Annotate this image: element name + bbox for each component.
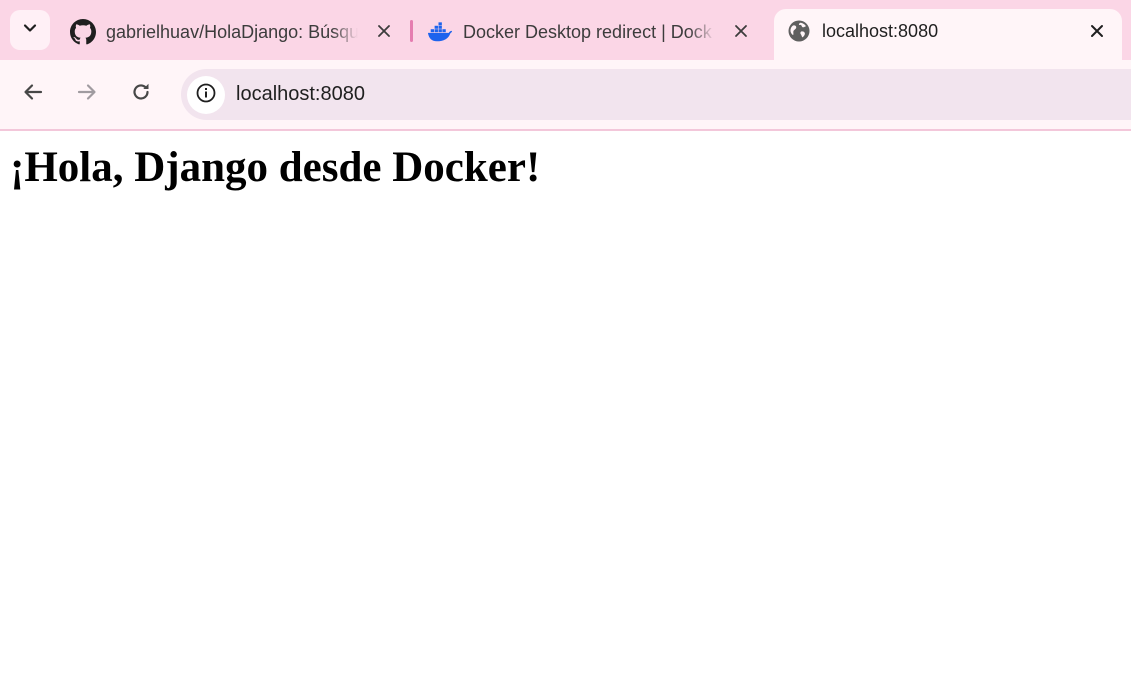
browser-toolbar: localhost:8080 bbox=[0, 60, 1131, 131]
close-icon[interactable] bbox=[373, 20, 395, 42]
tab-title: localhost:8080 bbox=[822, 21, 939, 41]
tab-strip: gabrielhuav/HolaDjango: Búsqu Docker Des… bbox=[0, 0, 1131, 69]
url-text: localhost:8080 bbox=[236, 83, 365, 105]
arrow-left-icon bbox=[22, 81, 44, 108]
tab-separator bbox=[410, 20, 413, 42]
page-heading: ¡Hola, Django desde Docker! bbox=[10, 144, 541, 191]
address-bar[interactable]: localhost:8080 bbox=[181, 69, 1131, 120]
forward-button[interactable] bbox=[73, 80, 101, 108]
tab-search-button[interactable] bbox=[10, 10, 50, 50]
chevron-down-icon bbox=[22, 20, 38, 41]
tab-docker[interactable]: Docker Desktop redirect | Dock bbox=[427, 10, 757, 54]
close-icon[interactable] bbox=[1086, 20, 1108, 42]
reload-icon bbox=[130, 81, 152, 108]
tab-title: Docker Desktop redirect | Dock bbox=[463, 21, 715, 43]
info-icon bbox=[195, 82, 217, 109]
site-info-button[interactable] bbox=[187, 76, 225, 114]
reload-button[interactable] bbox=[127, 80, 155, 108]
globe-icon bbox=[786, 18, 812, 44]
docker-icon bbox=[427, 19, 453, 45]
github-icon bbox=[70, 19, 96, 45]
tab-title: gabrielhuav/HolaDjango: Búsqu bbox=[106, 21, 358, 43]
arrow-right-icon bbox=[76, 81, 98, 108]
back-button[interactable] bbox=[19, 80, 47, 108]
tab-github[interactable]: gabrielhuav/HolaDjango: Búsqu bbox=[70, 10, 400, 54]
close-icon[interactable] bbox=[730, 20, 752, 42]
page-content: ¡Hola, Django desde Docker! bbox=[0, 131, 1131, 685]
